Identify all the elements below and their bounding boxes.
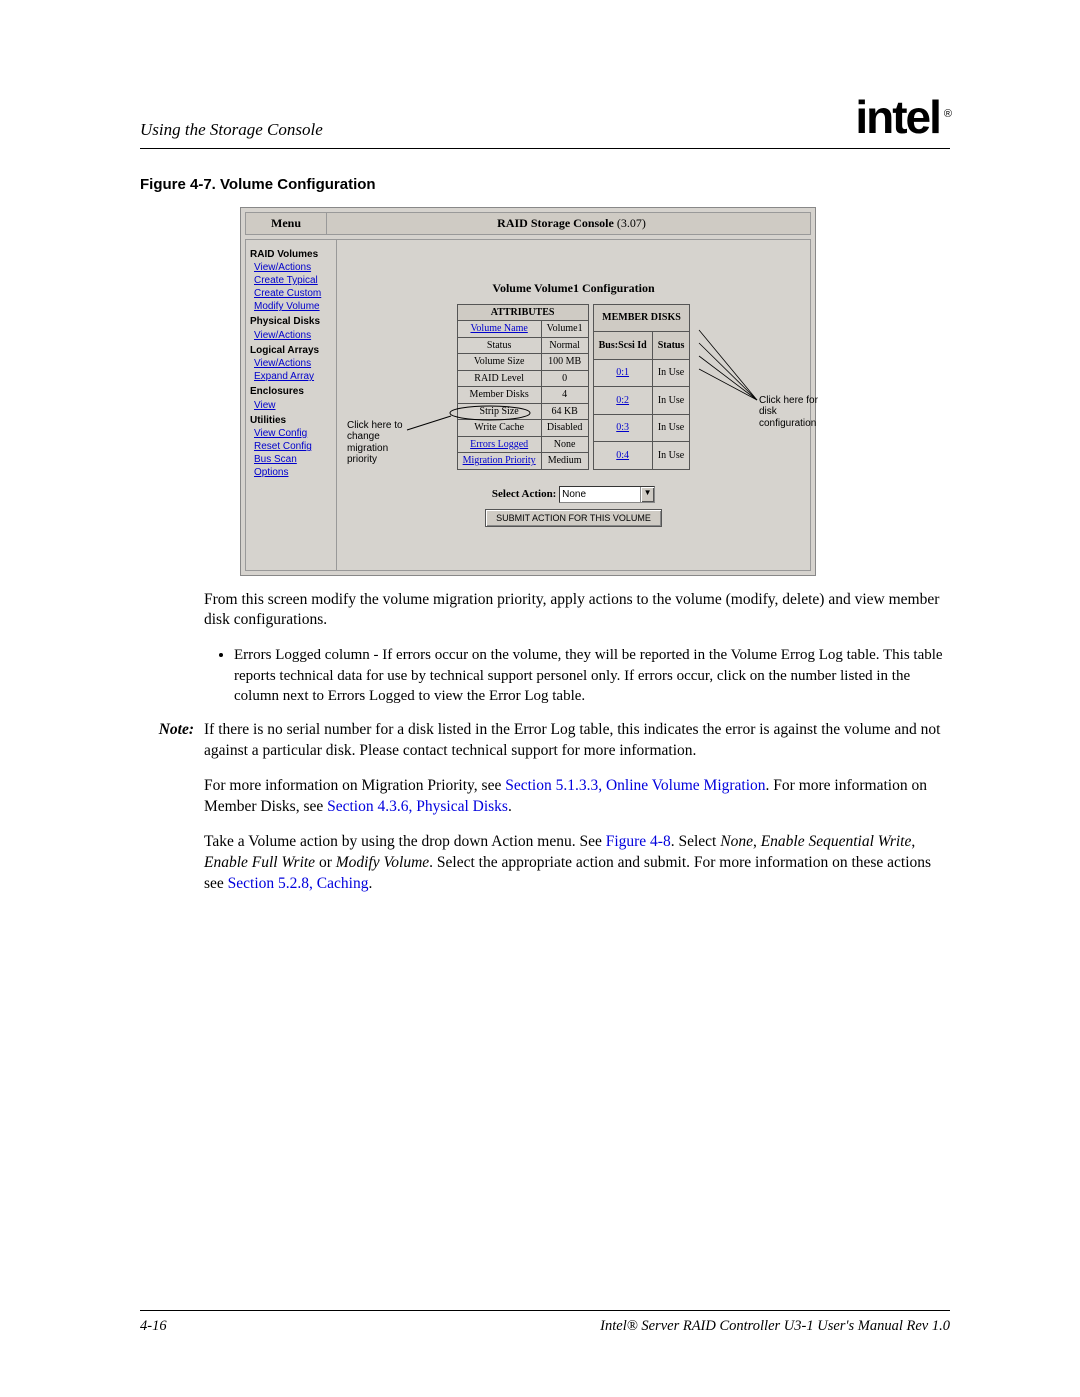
disk-id-link[interactable]: 0:1 <box>616 367 629 378</box>
screenshot-raid-console: Menu RAID Storage Console (3.07) RAID Vo… <box>240 207 816 575</box>
attr-link[interactable]: Errors Logged <box>470 439 528 450</box>
menu-section-head: Logical Arrays <box>250 344 330 358</box>
console-main: Volume Volume1 Configuration ATTRIBUTES … <box>337 240 810 570</box>
table-row: RAID Level0 <box>457 370 588 387</box>
body-para-2: For more information on Migration Priori… <box>204 776 950 818</box>
header-rule <box>140 148 950 149</box>
menu-link[interactable]: View/Actions <box>254 329 330 342</box>
attr-link[interactable]: Volume Name <box>470 323 527 334</box>
menu-link[interactable]: View <box>254 399 330 412</box>
intel-logo: intel® <box>855 86 950 148</box>
menu-link[interactable]: View Config <box>254 427 330 440</box>
menu-link[interactable]: Create Custom <box>254 287 330 300</box>
figure-caption: Figure 4-7. Volume Configuration <box>140 175 950 195</box>
submit-action-button[interactable]: SUBMIT ACTION FOR THIS VOLUME <box>485 509 662 527</box>
menu-link[interactable]: Modify Volume <box>254 300 330 313</box>
console-menu-header: Menu <box>246 213 327 233</box>
page-footer: 4-16 Intel® Server RAID Controller U3-1 … <box>140 1303 950 1337</box>
console-title: RAID Storage Console (3.07) <box>333 213 810 233</box>
manual-title: Intel® Server RAID Controller U3-1 User'… <box>600 1317 950 1337</box>
menu-link[interactable]: View/Actions <box>254 357 330 370</box>
menu-link[interactable]: Expand Array <box>254 370 330 383</box>
dropdown-arrow-icon: ▼ <box>640 487 654 503</box>
table-row: 0:4In Use <box>593 442 690 470</box>
annotation-migration-priority: Click here to change migration priority <box>347 420 417 466</box>
body-para-3: Take a Volume action by using the drop d… <box>204 832 950 895</box>
page-number: 4-16 <box>140 1317 167 1337</box>
volume-config-title: Volume Volume1 Configuration <box>351 280 796 296</box>
attributes-table: ATTRIBUTES Volume NameVolume1StatusNorma… <box>457 304 589 470</box>
table-row: Member Disks4 <box>457 387 588 404</box>
disk-id-link[interactable]: 0:4 <box>616 450 629 461</box>
menu-section-head: Physical Disks <box>250 315 330 329</box>
note-text: If there is no serial number for a disk … <box>204 720 950 762</box>
xref-physical-disks[interactable]: Section 4.3.6, Physical Disks <box>327 798 508 815</box>
table-row: Errors LoggedNone <box>457 436 588 453</box>
menu-link[interactable]: View/Actions <box>254 261 330 274</box>
table-row: 0:1In Use <box>593 359 690 387</box>
page-section-title: Using the Storage Console <box>140 119 323 142</box>
menu-link[interactable]: Bus Scan <box>254 453 330 466</box>
annotation-disk-config: Click here for disk configuration <box>759 395 829 430</box>
member-disks-table: MEMBER DISKS Bus:Scsi Id Status 0:1In Us… <box>593 304 691 470</box>
table-row: Volume Size100 MB <box>457 354 588 371</box>
note-label: Note: <box>140 720 194 762</box>
select-action-label: Select Action: <box>492 488 556 500</box>
attr-link[interactable]: Migration Priority <box>463 455 536 466</box>
disk-id-link[interactable]: 0:2 <box>616 395 629 406</box>
menu-section-head: Utilities <box>250 414 330 428</box>
table-row: 0:2In Use <box>593 387 690 415</box>
table-row: Migration PriorityMedium <box>457 453 588 470</box>
menu-section-head: RAID Volumes <box>250 248 330 262</box>
select-action-dropdown[interactable]: None ▼ <box>559 486 655 504</box>
menu-link[interactable]: Options <box>254 466 330 479</box>
body-bullet-1: Errors Logged column - If errors occur o… <box>234 645 950 706</box>
xref-caching[interactable]: Section 5.2.8, Caching <box>228 875 369 892</box>
menu-link[interactable]: Reset Config <box>254 440 330 453</box>
table-row: 0:3In Use <box>593 414 690 442</box>
console-menu: RAID VolumesView/ActionsCreate TypicalCr… <box>246 240 337 570</box>
body-para-1: From this screen modify the volume migra… <box>204 590 950 632</box>
table-row: Strip Size64 KB <box>457 403 588 420</box>
table-row: Write CacheDisabled <box>457 420 588 437</box>
menu-link[interactable]: Create Typical <box>254 274 330 287</box>
xref-online-volume-migration[interactable]: Section 5.1.3.3, Online Volume Migration <box>505 777 765 794</box>
table-row: Volume NameVolume1 <box>457 321 588 338</box>
xref-figure-4-8[interactable]: Figure 4-8 <box>606 833 671 850</box>
table-row: StatusNormal <box>457 337 588 354</box>
disk-id-link[interactable]: 0:3 <box>616 422 629 433</box>
menu-section-head: Enclosures <box>250 385 330 399</box>
